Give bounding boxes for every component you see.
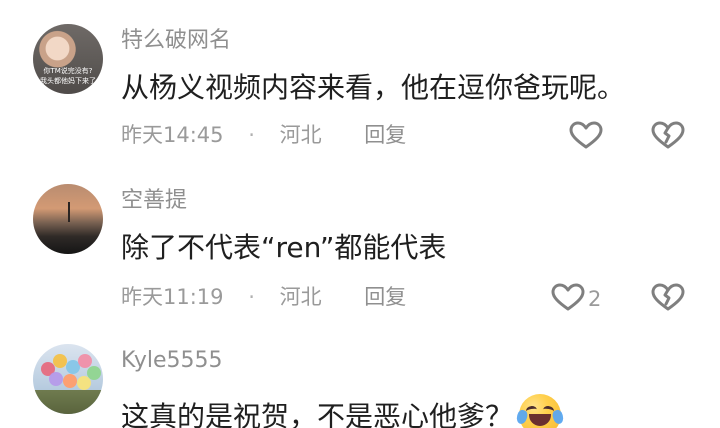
avatar[interactable]: 你TM说完没有? 我头都他妈下来了 [33, 24, 103, 94]
avatar[interactable] [33, 344, 103, 414]
comment-text: 从杨义视频内容来看，他在逗你爸玩呢。 [121, 71, 626, 104]
username[interactable]: 空善提 [121, 190, 187, 212]
comment-meta: 昨天14:45 · 河北 回复 [121, 125, 406, 146]
reply-button[interactable]: 回复 [364, 285, 406, 309]
like-count: 2 [588, 287, 602, 311]
meta-separator: · [248, 123, 255, 147]
comment-text: 这真的是祝贺，不是恶心他爹？ [121, 400, 514, 428]
comment-date: 昨天14:45 [121, 123, 224, 147]
avatar-balloon [49, 372, 63, 386]
comment-region: 河北 [279, 285, 322, 309]
avatar-tower-shape [68, 202, 70, 222]
avatar-balloon [53, 354, 67, 368]
comment-item: 你TM说完没有? 我头都他妈下来了 特么破网名 从杨义视频内容来看，他在逗你爸玩… [0, 18, 720, 168]
avatar-ground [33, 390, 103, 414]
broken-heart-icon [648, 282, 688, 312]
heart-outline-icon [548, 282, 588, 312]
like-button[interactable] [566, 120, 606, 150]
dislike-button[interactable] [648, 120, 688, 150]
comment-date: 昨天11:19 [121, 285, 224, 309]
comment-region: 河北 [279, 123, 322, 147]
comment-item: 空善提 除了不代表“ren”都能代表 昨天11:19 · 河北 回复 2 [0, 180, 720, 330]
crying-laughing-emoji-icon [515, 394, 565, 428]
username[interactable]: 特么破网名 [121, 30, 231, 52]
avatar[interactable] [33, 184, 103, 254]
heart-outline-icon [566, 120, 606, 150]
emoji-tear [515, 408, 529, 426]
avatar-meme-text-line: 你TM说完没有? [43, 67, 93, 75]
avatar-balloon [63, 374, 77, 388]
emoji-mouth [529, 414, 552, 426]
comment-text-row: 这真的是祝贺，不是恶心他爹？ [121, 394, 565, 428]
comments-list: 你TM说完没有? 我头都他妈下来了 特么破网名 从杨义视频内容来看，他在逗你爸玩… [0, 0, 720, 428]
comment-meta: 昨天11:19 · 河北 回复 [121, 287, 406, 308]
meta-separator: · [248, 285, 255, 309]
like-button[interactable] [548, 282, 588, 312]
username[interactable]: Kyle5555 [121, 350, 222, 372]
reply-button[interactable]: 回复 [364, 123, 406, 147]
comment-text: 除了不代表“ren”都能代表 [121, 231, 447, 264]
emoji-tear [551, 408, 565, 426]
dislike-button[interactable] [648, 282, 688, 312]
avatar-balloon [77, 376, 91, 390]
broken-heart-icon [648, 120, 688, 150]
avatar-meme-text-line: 我头都他妈下来了 [40, 77, 96, 85]
comment-item: Kyle5555 这真的是祝贺，不是恶心他爹？ [0, 340, 720, 428]
